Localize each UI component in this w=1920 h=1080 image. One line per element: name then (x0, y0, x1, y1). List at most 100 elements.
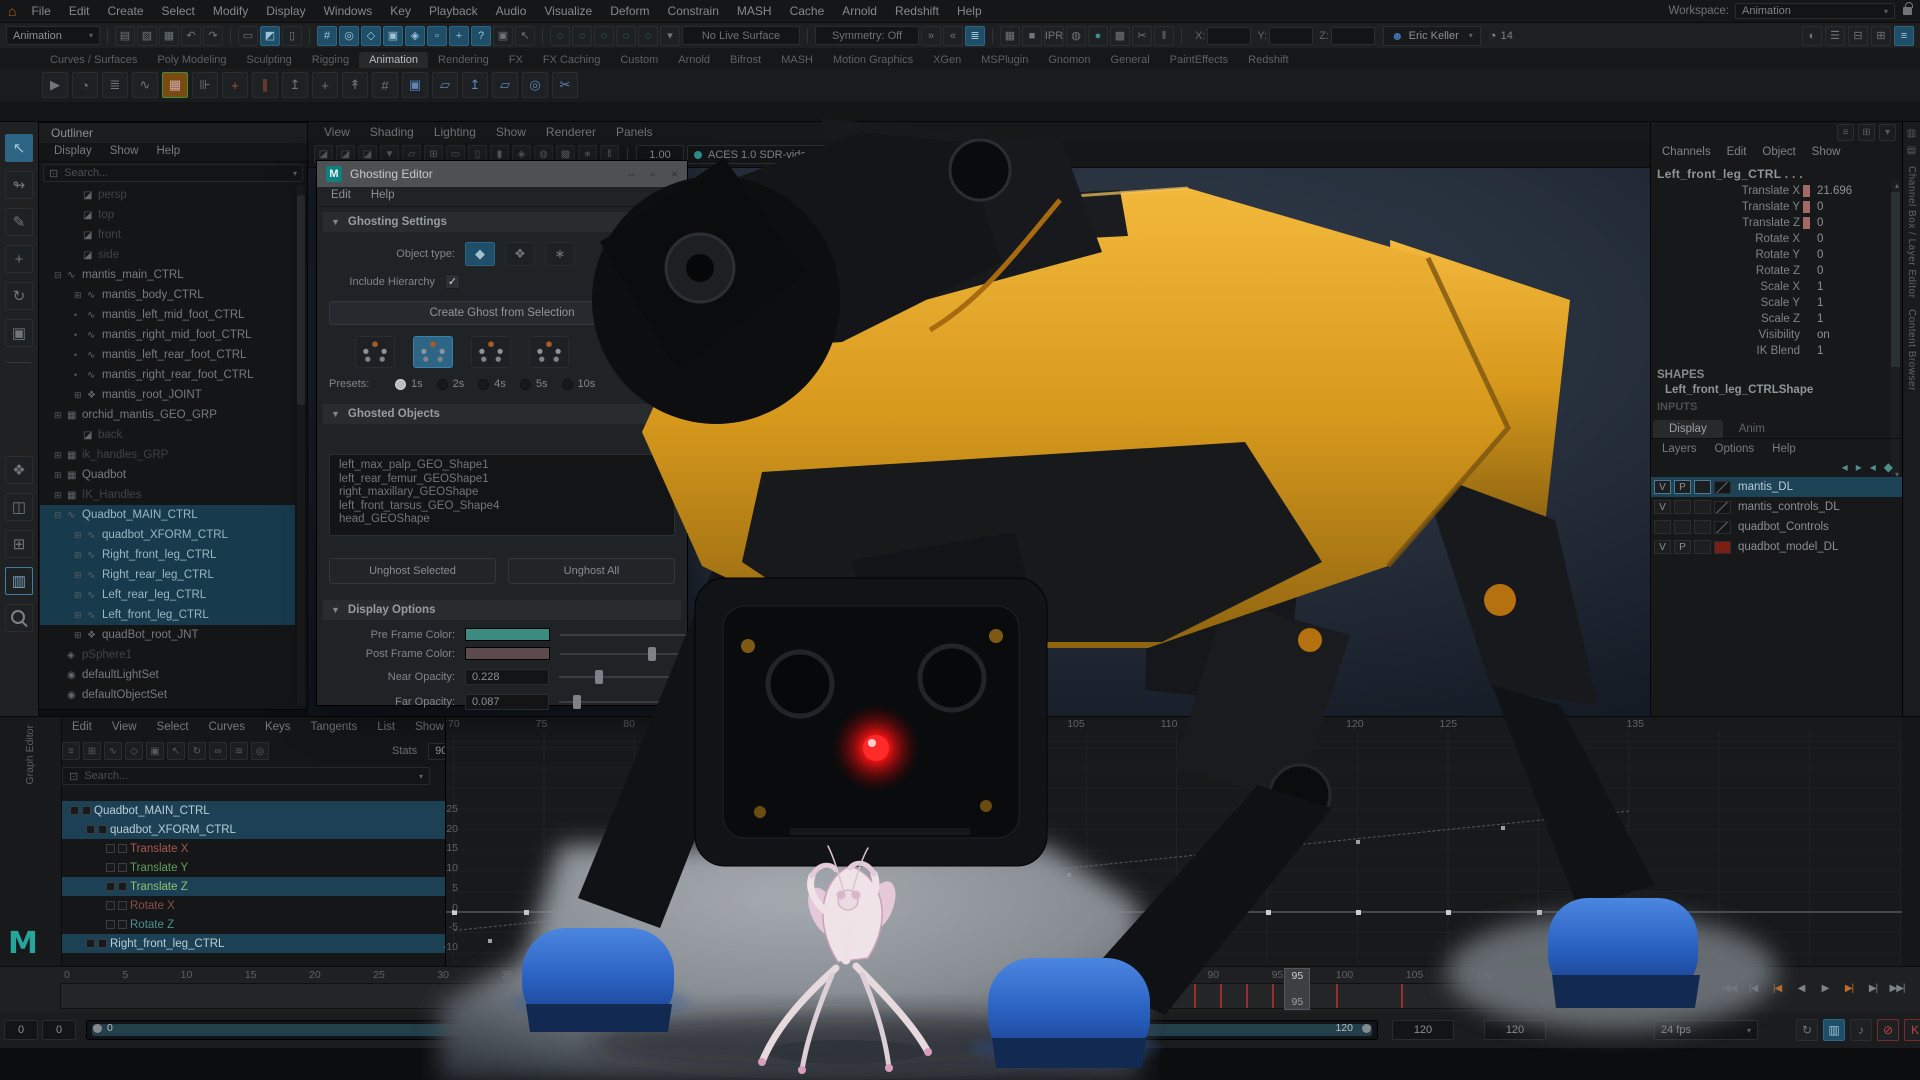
shelf-button[interactable]: ▦ (162, 72, 188, 98)
menu-item[interactable]: Arnold (833, 4, 886, 18)
panel-icon[interactable]: » (921, 26, 941, 46)
current-frame-field[interactable]: 95 (1638, 977, 1696, 999)
channel-solo-icon[interactable] (118, 844, 127, 853)
channel-toggle-icon[interactable] (106, 844, 115, 853)
shelf-button[interactable]: ▱ (492, 72, 518, 98)
tool-icon[interactable]: ✎ (5, 208, 33, 236)
expand-icon[interactable]: ⊞ (74, 610, 87, 621)
ghost-preset-button[interactable] (529, 336, 569, 368)
shelf-button[interactable]: ↥ (282, 72, 308, 98)
channelbox-toolbar-icon[interactable]: ▾ (1879, 124, 1896, 141)
shelf-button[interactable]: # (372, 72, 398, 98)
far-opacity-slider[interactable] (559, 701, 687, 703)
channel-toggle-icon[interactable] (106, 863, 115, 872)
layout-button[interactable] (5, 604, 33, 632)
ghosted-object-item[interactable]: right_maxillary_GEOShape (339, 486, 665, 500)
near-opacity-slider[interactable] (559, 676, 687, 678)
ghost-preset-button[interactable] (413, 336, 453, 368)
tool-icon[interactable]: ↻ (5, 282, 33, 310)
viewport-menu-item[interactable]: Renderer (536, 125, 606, 139)
shelf-button[interactable]: + (312, 72, 338, 98)
channel-value[interactable]: 0 (1813, 233, 1823, 245)
layer-editor-tab[interactable]: Display (1653, 420, 1723, 438)
menu-item[interactable]: Deform (601, 4, 658, 18)
outliner-item[interactable]: ⊞ ▦ orchid_mantis_GEO_GRP (40, 405, 295, 425)
expand-icon[interactable]: ⊞ (54, 410, 67, 421)
outliner-item[interactable]: ⊞ ▦ ik_handles_GRP (40, 445, 295, 465)
shelf-button[interactable]: ◔ (72, 72, 98, 98)
graph-menu-item[interactable]: Edit (62, 719, 102, 737)
status-icon[interactable]: ▦ (159, 26, 179, 46)
ghosting-settings-header[interactable]: ▼Ghosting Settings (323, 212, 681, 232)
render-icon[interactable]: ■ (1022, 26, 1042, 46)
expand-icon[interactable]: ⊞ (74, 550, 87, 561)
menu-item[interactable]: File (22, 4, 59, 18)
channel-row[interactable]: Visibility on (1651, 327, 1902, 343)
channel-row[interactable]: Scale Y 1 (1651, 295, 1902, 311)
outliner-item[interactable]: ⊞ ∿ quadbot_XFORM_CTRL (40, 525, 295, 545)
display-options-header[interactable]: ▼Display Options (323, 600, 681, 620)
preset-radio[interactable]: 1s (381, 378, 423, 390)
channel-value[interactable]: 0 (1813, 201, 1823, 213)
channel-toggle-icon[interactable] (86, 825, 95, 834)
expand-icon[interactable]: ⊞ (74, 570, 87, 581)
range-end-handle[interactable] (1362, 1024, 1371, 1033)
outliner-item[interactable]: ⊞ ∿ mantis_body_CTRL (40, 285, 295, 305)
preset-radio[interactable]: 2s (423, 378, 465, 390)
range-start-handle[interactable] (93, 1024, 102, 1033)
channel-value[interactable]: on (1813, 329, 1830, 341)
graph-menu-item[interactable]: Tangents (301, 719, 368, 737)
preset-radio[interactable]: 4s (464, 378, 506, 390)
sidebar-toggle-icon[interactable]: ⊟ (1848, 26, 1868, 46)
graph-tool-icon[interactable]: ▣ (146, 742, 164, 760)
layout-button[interactable]: ⊞ (5, 530, 33, 558)
shelf-button[interactable]: ✂ (552, 72, 578, 98)
ghost-type-button[interactable]: ∗ (545, 242, 575, 266)
channel-row[interactable]: Scale Z 1 (1651, 311, 1902, 327)
outliner-item[interactable]: ◈ pSphere1 (40, 645, 295, 665)
channel-row[interactable]: Rotate Y 0 (1651, 247, 1902, 263)
near-opacity-field[interactable]: 0.228 (465, 669, 549, 685)
snap-icon[interactable]: ▣ (383, 26, 403, 46)
graph-menu-item[interactable]: View (102, 719, 147, 737)
playback-button[interactable]: ◀ (1790, 976, 1812, 1000)
playback-button[interactable]: |◀◀ (1718, 976, 1740, 1000)
status-icon[interactable]: ↷ (203, 26, 223, 46)
outliner-item[interactable]: ⊞ ▦ Quadbot (40, 465, 295, 485)
viewport-menu-item[interactable]: View (314, 125, 360, 139)
channel-toggle-icon[interactable] (70, 806, 79, 815)
shelf-button[interactable]: ∿ (132, 72, 158, 98)
channel-toggle-icon[interactable] (86, 939, 95, 948)
outliner-item[interactable]: • ∿ mantis_left_rear_foot_CTRL (40, 345, 295, 365)
layer-action-icon[interactable]: ◂ (1870, 460, 1876, 474)
channel-value[interactable]: 1 (1813, 281, 1823, 293)
ghosting-editor-window[interactable]: M Ghosting Editor –▫× EditHelp ▼Ghosting… (316, 160, 688, 706)
expand-icon[interactable]: ⊞ (74, 390, 87, 401)
layer-row[interactable]: V mantis_controls_DL (1651, 497, 1903, 517)
viewport-menu-item[interactable]: Shading (360, 125, 424, 139)
outliner-menu-item[interactable]: Help (148, 143, 190, 161)
graph-curve-area[interactable]: 707580859095100105110115120125130135 (445, 717, 1902, 967)
channel-toggle-icon[interactable] (106, 920, 115, 929)
viewport-menu-item[interactable]: Show (486, 125, 536, 139)
graph-search-input[interactable]: ⊡Search...▾ (62, 767, 430, 785)
menu-item[interactable]: Key (381, 4, 420, 18)
shelf-tab[interactable]: Redshift (1238, 52, 1298, 68)
render-icon[interactable]: ▩ (1110, 26, 1130, 46)
ghost-preset-button[interactable] (355, 336, 395, 368)
playback-button[interactable]: ▶| (1838, 976, 1860, 1000)
history-icon[interactable]: ◌ (572, 26, 592, 46)
range-slider[interactable]: 0 120 (86, 1020, 1378, 1040)
fps-select[interactable]: 24 fps▾ (1654, 1020, 1758, 1040)
graph-tool-icon[interactable]: ∞ (209, 742, 227, 760)
graph-tool-icon[interactable]: ◇ (125, 742, 143, 760)
channel-solo-icon[interactable] (82, 806, 91, 815)
outliner-item[interactable]: • ∿ mantis_left_mid_foot_CTRL (40, 305, 295, 325)
shelf-button[interactable]: ▶ (42, 72, 68, 98)
shelf-tab[interactable]: Rendering (428, 52, 499, 68)
layer-menu-item[interactable]: Help (1763, 441, 1805, 457)
shelf-button[interactable]: ◎ (522, 72, 548, 98)
menu-set-select[interactable]: Animation▾ (6, 26, 100, 45)
menu-item[interactable]: Windows (315, 4, 382, 18)
channel-row[interactable]: Rotate Z 0 (1651, 263, 1902, 279)
